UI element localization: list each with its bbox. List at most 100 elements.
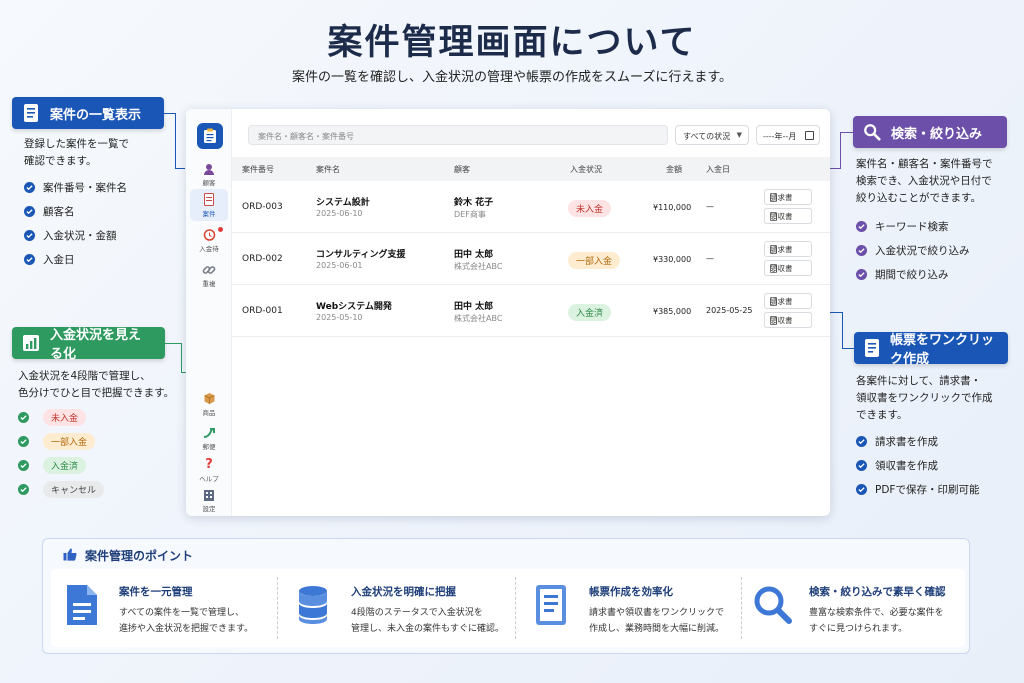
customer-company: 株式会社ABC	[454, 314, 503, 323]
col-header-name: 案件名	[316, 165, 340, 174]
chevron-down-icon: ▼	[736, 131, 742, 139]
connector-line	[840, 132, 853, 133]
sidebar-item-customer[interactable]: 顧客	[190, 161, 228, 187]
point-item: 帳票作成を効率化 請求書や領収書をワンクリックで 作成し、業務時間を大幅に削減。	[521, 569, 736, 647]
check-icon	[856, 459, 867, 471]
document-icon	[63, 583, 103, 627]
table-row[interactable]: ORD-003 システム設計 2025-06-10 鈴木 花子 DEF商事 未入…	[232, 181, 830, 233]
list-item: 一部入金	[18, 429, 104, 453]
sidebar-item-products[interactable]: 商品	[190, 391, 228, 417]
table-header: 案件番号 案件名 顧客 入金状況 金額 入金日	[232, 157, 830, 181]
point-item: 案件を一元管理 すべての案件を一覧で管理し、 進捗や入金状況を把握できます。	[51, 569, 276, 647]
list-view-tag: 案件の一覧表示	[12, 97, 164, 129]
one-click-tag-label: 帳票をワンクリック作成	[890, 333, 995, 367]
connector-line	[181, 343, 182, 373]
list-item: 領収書を作成	[856, 453, 979, 477]
page-title: 案件管理画面について	[327, 23, 697, 63]
calendar-icon	[805, 131, 814, 140]
paid-date: 2025-05-25	[706, 306, 753, 315]
paid-date: —	[706, 202, 714, 211]
points-title: 案件管理のポイント	[63, 547, 193, 564]
customer-company: DEF商事	[454, 210, 486, 219]
check-icon	[24, 253, 35, 265]
document-list-icon	[22, 103, 40, 123]
one-click-tag: 帳票をワンクリック作成	[854, 332, 1008, 367]
table-row[interactable]: ORD-002 コンサルティング支援 2025-06-01 田中 太郎 株式会社…	[232, 233, 830, 285]
sidebar-item-postal[interactable]: 郵便	[190, 425, 228, 451]
list-item: 案件番号・案件名	[24, 175, 127, 199]
sidebar-item-projects[interactable]: 案件	[190, 189, 228, 221]
payment-status-tag: 入金状況を見える化	[12, 327, 165, 362]
list-view-desc: 登録した案件を一覧で 確認できます。	[24, 138, 129, 167]
app-logo[interactable]	[197, 123, 223, 149]
check-icon	[18, 435, 29, 447]
status-badge: 一部入金	[43, 432, 96, 450]
list-view-bullets: 案件番号・案件名 顧客名 入金状況・金額 入金日	[24, 175, 127, 271]
connector-line	[842, 312, 843, 349]
list-item: キーワード検索	[856, 214, 970, 238]
point-item: 検索・絞り込みで素早く確認 豊富な検索条件で、必要な案件を すぐに見つけられます。	[741, 569, 965, 647]
col-header-paid-date: 入金日	[706, 165, 730, 174]
status-badge: 未入金	[568, 200, 612, 217]
date-filter-input[interactable]: ----年--月	[756, 125, 820, 145]
invoice-button[interactable]: 請求書	[764, 189, 812, 205]
receipt-button[interactable]: 領収書	[764, 260, 812, 276]
project-date: 2025-06-10	[316, 209, 363, 218]
status-filter-select[interactable]: すべての状況 ▼	[675, 125, 749, 145]
list-item: キャンセル	[18, 477, 105, 501]
connector-line	[175, 168, 185, 169]
status-badge: 入金済	[568, 304, 612, 321]
alarm-clock-icon	[190, 227, 228, 242]
check-icon	[24, 229, 35, 241]
project-date: 2025-06-01	[316, 261, 363, 270]
bar-chart-icon	[22, 333, 40, 353]
paid-date: —	[706, 254, 714, 263]
amount: ¥385,000	[653, 307, 692, 316]
document-edit-icon	[864, 338, 880, 358]
order-id: ORD-003	[242, 202, 283, 212]
check-icon	[18, 483, 29, 495]
receipt-button[interactable]: 領収書	[764, 312, 812, 328]
payment-status-desc: 入金状況を4段階で管理し、 色分けでひと目で把握できます。	[18, 370, 175, 399]
payment-status-tag-label: 入金状況を見える化	[50, 328, 142, 362]
status-badge: 入金済	[43, 456, 87, 474]
check-icon	[24, 205, 35, 217]
points-list: 案件を一元管理 すべての案件を一覧で管理し、 進捗や入金状況を把握できます。 入金…	[51, 569, 965, 647]
page-subtitle: 案件の一覧を確認し、入金状況の管理や帳票の作成をスムーズに行えます。	[291, 70, 733, 85]
list-item: 期間で絞り込み	[856, 262, 970, 286]
sidebar: 顧客 案件 入金待 重複 商品 郵便 ? ヘルプ 設定	[186, 109, 232, 516]
points-panel: 案件管理のポイント 案件を一元管理 すべての案件を一覧で管理し、 進捗や入金状況を…	[42, 538, 970, 654]
sidebar-item-awaiting-payment[interactable]: 入金待	[190, 227, 228, 253]
col-header-customer: 顧客	[454, 165, 470, 174]
check-icon	[856, 244, 867, 256]
status-badge: 未入金	[43, 408, 87, 426]
invoice-button[interactable]: 請求書	[764, 241, 812, 257]
receipt-button[interactable]: 領収書	[764, 208, 812, 224]
divider	[515, 577, 516, 639]
amount: ¥330,000	[653, 255, 692, 264]
list-item: 未入金	[18, 405, 104, 429]
search-icon	[863, 122, 881, 142]
check-icon	[856, 268, 867, 280]
status-badge: 一部入金	[568, 252, 621, 269]
project-name: システム設計	[316, 198, 370, 208]
project-name: コンサルティング支援	[316, 250, 406, 260]
check-icon	[18, 459, 29, 471]
list-view-tag-label: 案件の一覧表示	[50, 107, 142, 123]
sidebar-item-help[interactable]: ? ヘルプ	[190, 457, 228, 483]
notification-dot	[218, 227, 223, 232]
table-row[interactable]: ORD-001 Webシステム開発 2025-05-10 田中 太郎 株式会社A…	[232, 285, 830, 337]
customer-company: 株式会社ABC	[454, 262, 503, 271]
payment-status-badges: 未入金 一部入金 入金済 キャンセル	[18, 405, 105, 501]
project-name: Webシステム開発	[316, 302, 392, 312]
invoice-button[interactable]: 請求書	[764, 293, 812, 309]
sidebar-item-duplicates[interactable]: 重複	[190, 262, 228, 288]
search-input[interactable]: 案件名・顧客名・案件番号	[248, 125, 668, 145]
project-date: 2025-05-10	[316, 313, 363, 322]
customer-name: 田中 太郎	[454, 250, 494, 260]
order-id: ORD-002	[242, 254, 283, 264]
sidebar-item-settings[interactable]: 設定	[190, 487, 228, 513]
amount: ¥110,000	[653, 203, 692, 212]
search-filter-desc: 案件名・顧客名・案件番号で 検索でき、入金状況や日付で 絞り込むことができます。	[856, 158, 993, 204]
clipboard-icon	[204, 128, 216, 143]
